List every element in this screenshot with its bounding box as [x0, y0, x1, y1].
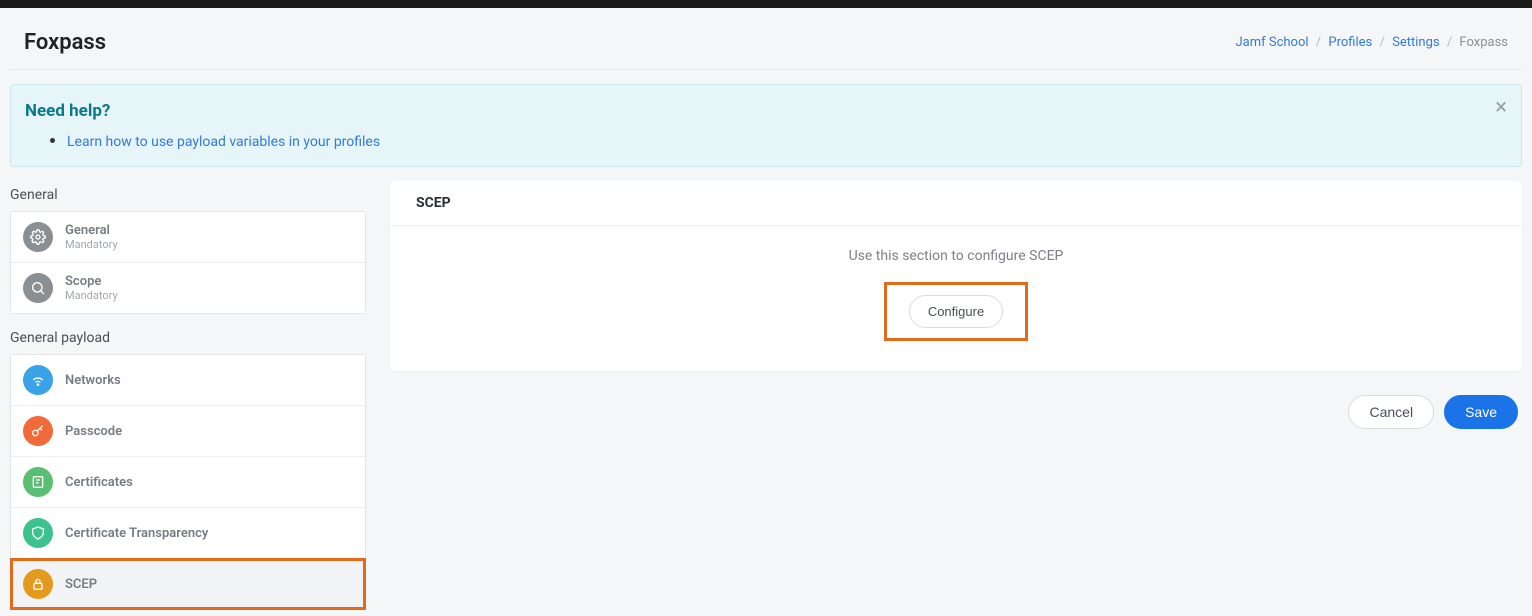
breadcrumb-current: Foxpass — [1459, 35, 1508, 50]
sidebar-item-passcode[interactable]: Passcode — [11, 406, 365, 457]
breadcrumb-link-settings[interactable]: Settings — [1392, 35, 1439, 50]
action-row: Cancel Save — [390, 395, 1522, 429]
help-link[interactable]: Learn how to use payload variables in yo… — [67, 134, 380, 150]
sidebar-general-list: General Mandatory Scope Mandatory — [10, 211, 366, 314]
breadcrumb-separator: / — [1312, 35, 1325, 50]
gear-icon — [23, 222, 53, 252]
sidebar-payload-list: Networks Passcode Certif — [10, 354, 366, 610]
card-description: Use this section to configure SCEP — [416, 248, 1496, 264]
alert-title: Need help? — [25, 101, 1503, 121]
sidebar-item-label: Passcode — [65, 424, 122, 439]
sidebar-item-label: Networks — [65, 373, 121, 388]
sidebar-item-certificate-transparency[interactable]: Certificate Transparency — [11, 508, 365, 559]
breadcrumb-separator: / — [1443, 35, 1456, 50]
page-title: Foxpass — [24, 30, 106, 55]
sidebar-item-label: Certificates — [65, 475, 133, 490]
sidebar-section-general: General — [10, 187, 366, 203]
scep-card: SCEP Use this section to configure SCEP … — [390, 181, 1522, 371]
card-title: SCEP — [390, 181, 1522, 226]
cancel-button[interactable]: Cancel — [1348, 395, 1434, 429]
configure-highlight: Configure — [884, 282, 1028, 341]
breadcrumb: Jamf School / Profiles / Settings / Foxp… — [1235, 35, 1508, 50]
shield-icon — [23, 518, 53, 548]
sidebar-item-certificates[interactable]: Certificates — [11, 457, 365, 508]
sidebar-item-label: Scope — [65, 274, 118, 289]
key-icon — [23, 416, 53, 446]
page-header: Foxpass Jamf School / Profiles / Setting… — [10, 8, 1522, 70]
window-topbar — [0, 0, 1532, 8]
lock-icon — [23, 569, 53, 599]
sidebar-item-general[interactable]: General Mandatory — [11, 212, 365, 263]
sidebar-item-sublabel: Mandatory — [65, 238, 118, 251]
sidebar-section-payload: General payload — [10, 330, 366, 346]
sidebar-item-label: General — [65, 223, 118, 238]
sidebar-item-networks[interactable]: Networks — [11, 355, 365, 406]
sidebar-item-label: Certificate Transparency — [65, 526, 208, 541]
sidebar-item-label: SCEP — [65, 577, 97, 592]
help-alert: × Need help? Learn how to use payload va… — [10, 84, 1522, 167]
certificate-icon — [23, 467, 53, 497]
save-button[interactable]: Save — [1444, 395, 1518, 429]
close-icon[interactable]: × — [1495, 95, 1507, 120]
breadcrumb-link-profiles[interactable]: Profiles — [1328, 35, 1372, 50]
wifi-icon — [23, 365, 53, 395]
sidebar-item-scep[interactable]: SCEP — [11, 559, 365, 609]
sidebar: General General Mandatory — [10, 181, 366, 610]
sidebar-item-sublabel: Mandatory — [65, 289, 118, 302]
breadcrumb-separator: / — [1376, 35, 1389, 50]
sidebar-item-scope[interactable]: Scope Mandatory — [11, 263, 365, 313]
configure-button[interactable]: Configure — [909, 295, 1003, 328]
scope-icon — [23, 273, 53, 303]
main-panel: SCEP Use this section to configure SCEP … — [390, 181, 1522, 429]
breadcrumb-link-jamf-school[interactable]: Jamf School — [1235, 35, 1308, 50]
